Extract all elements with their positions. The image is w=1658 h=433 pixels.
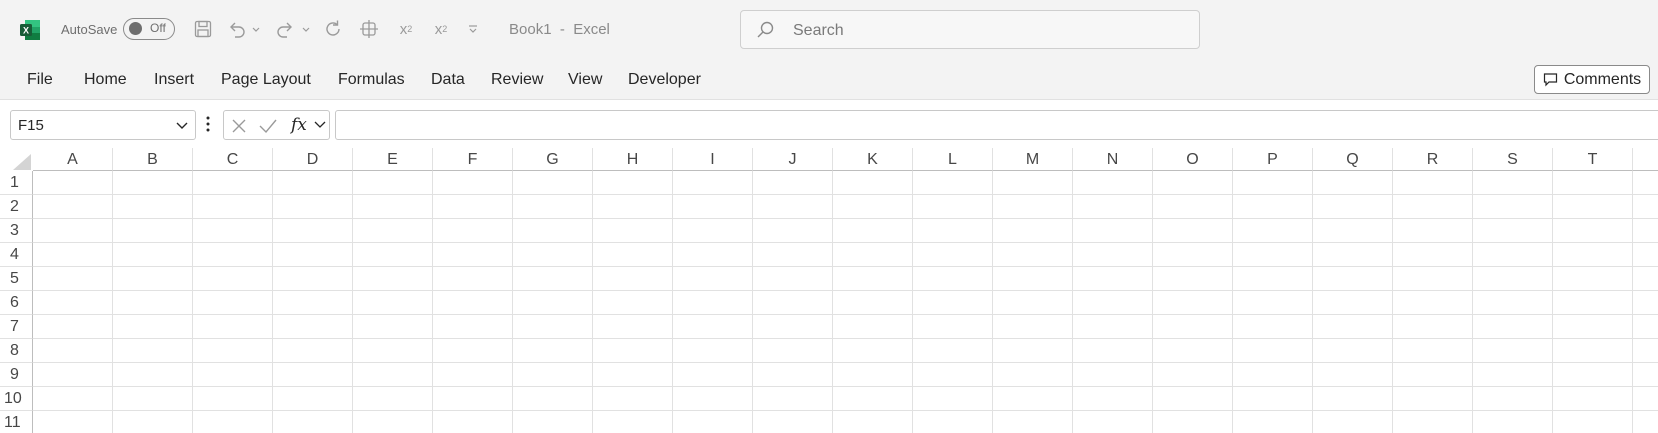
column-header[interactable]: F: [433, 148, 513, 171]
tab-review[interactable]: Review: [491, 71, 543, 89]
subscript-digit: 2: [407, 24, 413, 34]
column-header[interactable]: A: [33, 148, 113, 171]
workbook-title: Book1 - Excel: [509, 21, 610, 38]
row-header[interactable]: 7: [0, 315, 33, 339]
refresh-icon[interactable]: [320, 16, 346, 42]
column-header[interactable]: H: [593, 148, 673, 171]
tab-view[interactable]: View: [568, 71, 602, 89]
comments-button[interactable]: Comments: [1534, 65, 1650, 94]
touch-mode-icon[interactable]: [356, 16, 382, 42]
column-header[interactable]: R: [1393, 148, 1473, 171]
row-header[interactable]: 4: [0, 243, 33, 267]
column-header[interactable]: C: [193, 148, 273, 171]
column-header[interactable]: B: [113, 148, 193, 171]
tab-page-layout[interactable]: Page Layout: [221, 71, 311, 89]
undo-dropdown-icon[interactable]: [250, 16, 262, 42]
row-header[interactable]: 5: [0, 267, 33, 291]
column-header[interactable]: J: [753, 148, 833, 171]
tab-data[interactable]: Data: [431, 71, 465, 89]
tab-formulas[interactable]: Formulas: [338, 71, 405, 89]
undo-icon[interactable]: [224, 16, 250, 42]
column-header[interactable]: N: [1073, 148, 1153, 171]
superscript-icon[interactable]: x2: [430, 16, 452, 42]
redo-dropdown-icon[interactable]: [300, 16, 312, 42]
row-header[interactable]: 2: [0, 195, 33, 219]
subscript-icon[interactable]: x2: [395, 16, 417, 42]
select-all-corner[interactable]: [0, 148, 33, 172]
comment-icon: [1543, 73, 1557, 87]
chevron-down-icon[interactable]: [175, 120, 189, 132]
enter-check-icon[interactable]: [258, 117, 278, 135]
customize-qat-icon[interactable]: [466, 16, 480, 42]
save-icon[interactable]: [190, 16, 216, 42]
column-header[interactable]: I: [673, 148, 753, 171]
autosave-label: AutoSave: [61, 22, 118, 37]
worksheet-grid[interactable]: A B C D E F G H I J K L M N O P Q R S T …: [0, 148, 1658, 433]
row-header[interactable]: 3: [0, 219, 33, 243]
autosave-toggle[interactable]: Off: [123, 18, 175, 40]
tab-home[interactable]: Home: [84, 71, 127, 89]
ribbon-tab-bar: File Home Insert Page Layout Formulas Da…: [0, 60, 1658, 100]
cancel-icon[interactable]: [230, 117, 248, 135]
column-header[interactable]: O: [1153, 148, 1233, 171]
comments-label: Comments: [1563, 70, 1642, 88]
row-header[interactable]: 10: [0, 387, 33, 411]
column-header[interactable]: S: [1473, 148, 1553, 171]
title-bar: X AutoSave Off x 2 x 2 Book1 - Excel Sea…: [0, 0, 1658, 60]
select-all-icon: [13, 154, 31, 170]
toggle-knob: [129, 22, 142, 35]
insert-function-icon[interactable]: fx: [291, 115, 307, 135]
column-header[interactable]: T: [1553, 148, 1633, 171]
column-header[interactable]: P: [1233, 148, 1313, 171]
superscript-glyph: x: [434, 20, 443, 38]
svg-text:X: X: [23, 26, 29, 36]
name-box-value: F15: [18, 117, 44, 134]
column-header[interactable]: G: [513, 148, 593, 171]
column-header[interactable]: Q: [1313, 148, 1393, 171]
tab-developer[interactable]: Developer: [628, 71, 701, 89]
autosave-state: Off: [150, 21, 166, 35]
more-options-icon[interactable]: [206, 115, 210, 133]
row-header[interactable]: 1: [0, 171, 33, 195]
subscript-glyph: x: [399, 20, 408, 38]
formula-buttons: fx: [223, 110, 330, 140]
column-header[interactable]: K: [833, 148, 913, 171]
tab-file[interactable]: File: [27, 71, 53, 89]
column-header[interactable]: M: [993, 148, 1073, 171]
row-header[interactable]: 6: [0, 291, 33, 315]
row-header[interactable]: 8: [0, 339, 33, 363]
redo-icon[interactable]: [272, 16, 298, 42]
formula-bar: F15 fx: [0, 100, 1658, 148]
column-header[interactable]: L: [913, 148, 993, 171]
superscript-digit: 2: [442, 24, 448, 34]
column-header[interactable]: E: [353, 148, 433, 171]
search-box[interactable]: [740, 10, 1200, 50]
formula-input[interactable]: [335, 110, 1658, 140]
name-box[interactable]: F15: [10, 110, 196, 140]
tab-insert[interactable]: Insert: [154, 71, 194, 89]
excel-logo-icon: X: [20, 20, 40, 40]
column-header[interactable]: D: [273, 148, 353, 171]
cell-area[interactable]: [33, 171, 1658, 433]
search-input[interactable]: [791, 11, 1185, 50]
row-header[interactable]: 9: [0, 363, 33, 387]
search-icon: [757, 21, 774, 38]
row-header[interactable]: 11: [0, 411, 33, 433]
column-header-partial[interactable]: [1633, 148, 1658, 171]
chevron-down-icon[interactable]: [314, 120, 326, 130]
